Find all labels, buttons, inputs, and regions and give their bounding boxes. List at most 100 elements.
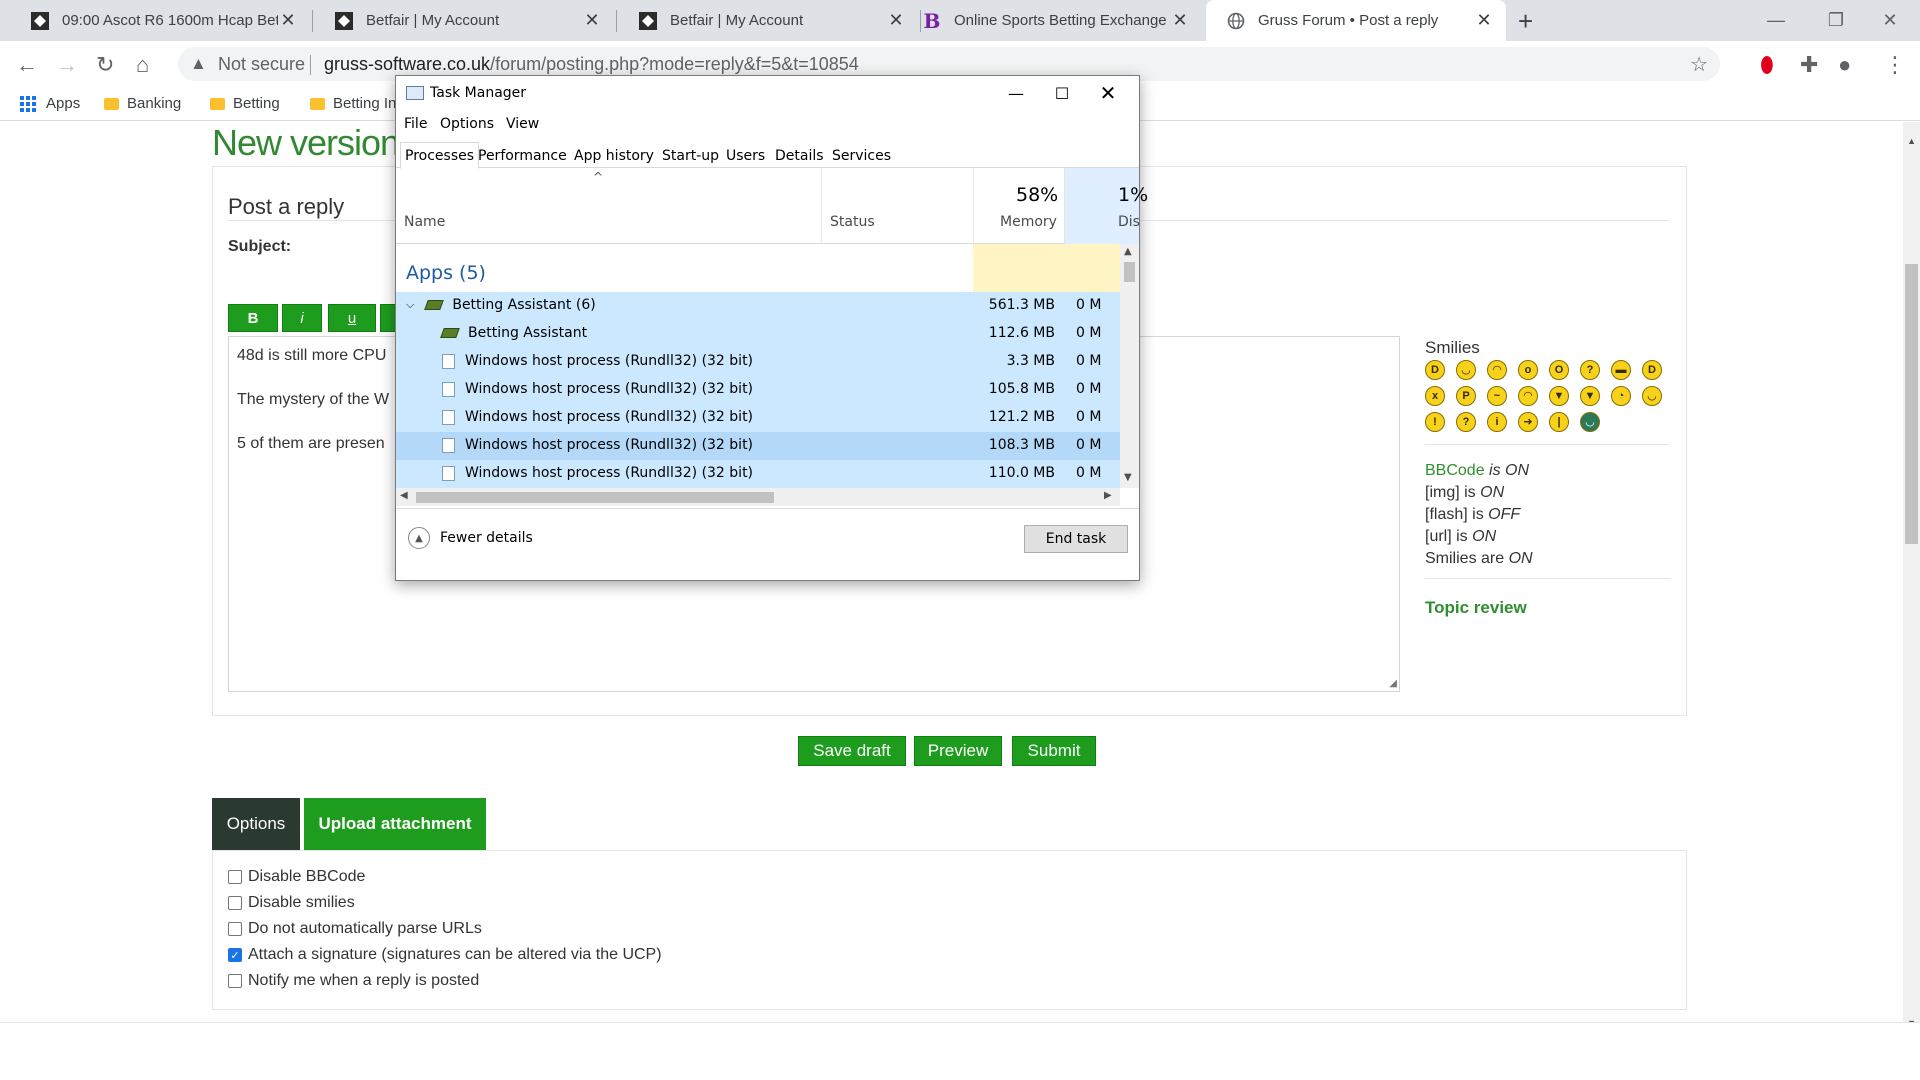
smiley-icon[interactable]: ! [1425, 412, 1445, 432]
menu-view[interactable]: View [506, 116, 539, 132]
browser-tab[interactable]: Betfair | My Account ✕ [314, 0, 614, 41]
disk-column-header[interactable] [1064, 168, 1139, 244]
browser-tab-active[interactable]: Gruss Forum • Post a reply ✕ [1206, 0, 1506, 41]
smiley-icon[interactable]: D [1425, 360, 1445, 380]
smiley-icon[interactable]: ? [1456, 412, 1476, 432]
page-scroll-thumb[interactable] [1905, 264, 1918, 544]
column-disk[interactable]: Dis [1118, 214, 1140, 230]
smiley-icon[interactable]: ◡ [1642, 386, 1662, 406]
tab-app-history[interactable]: App history [570, 144, 658, 168]
smiley-icon[interactable]: | [1549, 412, 1569, 432]
parse-urls-option[interactable]: Do not automatically parse URLs [228, 920, 482, 938]
browser-tab[interactable]: Betfair | My Account ✕ [618, 0, 918, 41]
attach-signature-option[interactable]: ✓ Attach a signature (signatures can be a… [228, 946, 662, 964]
process-row[interactable]: ⌵ Betting Assistant (6) 561.3 MB 0 M [396, 292, 1120, 320]
back-icon[interactable]: ← [16, 52, 38, 78]
close-icon[interactable]: ✕ [1170, 10, 1190, 31]
tab-processes[interactable]: Processes [400, 142, 480, 169]
process-row[interactable]: Windows host process (Rundll32) (32 bit)… [396, 348, 1120, 376]
tab-details[interactable]: Details [771, 144, 828, 168]
process-row[interactable]: Betting Assistant 112.6 MB 0 M [396, 320, 1120, 348]
checkbox[interactable] [228, 870, 242, 884]
column-name[interactable]: Name [404, 214, 445, 230]
italic-button[interactable]: i [282, 304, 322, 332]
page-scrollbar[interactable]: ▲ ▼ [1903, 122, 1920, 1028]
underline-button[interactable]: u [328, 304, 376, 332]
hscroll-thumb[interactable] [416, 492, 774, 503]
extensions-icon[interactable]: ✚ [1800, 52, 1818, 78]
scroll-up-icon[interactable]: ▲ [1907, 136, 1916, 146]
tab-users[interactable]: Users [722, 144, 769, 168]
scroll-right-icon[interactable]: ▶ [1104, 490, 1112, 501]
vscroll-thumb[interactable] [1124, 262, 1135, 282]
bold-button[interactable]: B [228, 304, 278, 332]
disable-bbcode-option[interactable]: Disable BBCode [228, 868, 365, 886]
menu-icon[interactable]: ⋮ [1884, 52, 1906, 78]
fewer-details-button[interactable]: ▲ Fewer details [408, 527, 533, 549]
browser-tab[interactable]: 09:00 Ascot R6 1600m Hcap Bett ✕ [10, 0, 310, 41]
maximize-icon[interactable]: ☐ [1039, 76, 1085, 110]
smiley-icon[interactable]: ➜ [1518, 412, 1538, 432]
tab-services[interactable]: Services [828, 144, 895, 168]
column-status[interactable]: Status [830, 214, 875, 230]
smiley-icon[interactable]: o [1518, 360, 1538, 380]
process-row[interactable]: Windows host process (Rundll32) (32 bit)… [396, 460, 1120, 488]
column-memory[interactable]: Memory [1000, 214, 1057, 230]
smiley-icon[interactable]: ◡ [1580, 412, 1600, 432]
preview-button[interactable]: Preview [914, 736, 1002, 766]
smiley-icon[interactable]: P [1456, 386, 1476, 406]
smiley-icon[interactable]: D [1642, 360, 1662, 380]
save-draft-button[interactable]: Save draft [798, 736, 906, 766]
close-icon[interactable]: ✕ [278, 10, 298, 31]
browser-tab[interactable]: B Online Sports Betting Exchange ✕ [902, 0, 1202, 41]
process-row[interactable]: Windows host process (Rundll32) (32 bit)… [396, 404, 1120, 432]
process-list-vscrollbar[interactable]: ▲ ▼ [1120, 244, 1139, 488]
bookmark-betting[interactable]: Betting [210, 95, 280, 112]
close-icon[interactable]: ✕ [1474, 10, 1494, 31]
tab-start-up[interactable]: Start-up [658, 144, 723, 168]
close-window-icon[interactable]: ✕ [1860, 0, 1920, 41]
smiley-icon[interactable]: ? [1580, 360, 1600, 380]
disable-smilies-option[interactable]: Disable smilies [228, 894, 355, 912]
smiley-icon[interactable]: ▬ [1611, 360, 1631, 380]
checkbox[interactable] [228, 896, 242, 910]
smiley-icon[interactable]: ◠ [1518, 386, 1538, 406]
bookmark-betting-in[interactable]: Betting In [310, 95, 396, 112]
smiley-icon[interactable]: ▼ [1549, 386, 1569, 406]
menu-options[interactable]: Options [440, 116, 494, 132]
home-icon[interactable]: ⌂ [136, 52, 149, 78]
bbcode-link[interactable]: BBCode [1425, 462, 1485, 479]
smiley-icon[interactable]: O [1549, 360, 1569, 380]
scroll-left-icon[interactable]: ◀ [400, 490, 408, 501]
checkbox[interactable] [228, 974, 242, 988]
bookmark-apps[interactable]: Apps [20, 95, 80, 112]
close-icon[interactable]: ✕ [582, 10, 602, 31]
process-row-selected[interactable]: Windows host process (Rundll32) (32 bit)… [396, 432, 1120, 460]
smiley-icon[interactable]: i [1487, 412, 1507, 432]
smiley-icon[interactable]: ~ [1487, 386, 1507, 406]
checkbox[interactable] [228, 922, 242, 936]
new-tab-icon[interactable]: + [1518, 6, 1533, 37]
minimize-icon[interactable]: — [993, 76, 1039, 110]
notify-reply-option[interactable]: Notify me when a reply is posted [228, 972, 479, 990]
chevron-down-icon[interactable]: ⌵ [406, 298, 414, 312]
profile-icon[interactable]: ● [1838, 52, 1851, 78]
resize-handle-icon[interactable]: ◢ [1389, 678, 1397, 689]
tab-performance[interactable]: Performance [474, 144, 571, 168]
opera-icon[interactable]: ⬮ [1760, 52, 1774, 78]
scroll-down-icon[interactable]: ▼ [1124, 472, 1132, 483]
end-task-button[interactable]: End task [1024, 525, 1128, 553]
tab-upload-attachment[interactable]: Upload attachment [304, 798, 486, 850]
menu-file[interactable]: File [404, 116, 427, 132]
checkbox-checked[interactable]: ✓ [228, 948, 242, 962]
tab-options[interactable]: Options [212, 798, 300, 850]
reload-icon[interactable]: ↻ [96, 52, 114, 78]
smiley-icon[interactable]: ◡ [1456, 360, 1476, 380]
smiley-icon[interactable]: ◠ [1487, 360, 1507, 380]
submit-button[interactable]: Submit [1012, 736, 1096, 766]
topic-review-link[interactable]: Topic review [1425, 598, 1527, 618]
process-row[interactable]: Windows host process (Rundll32) (32 bit)… [396, 376, 1120, 404]
bookmark-banking[interactable]: Banking [104, 95, 181, 112]
scroll-up-icon[interactable]: ▲ [1124, 246, 1132, 257]
minimize-icon[interactable]: — [1746, 0, 1806, 41]
